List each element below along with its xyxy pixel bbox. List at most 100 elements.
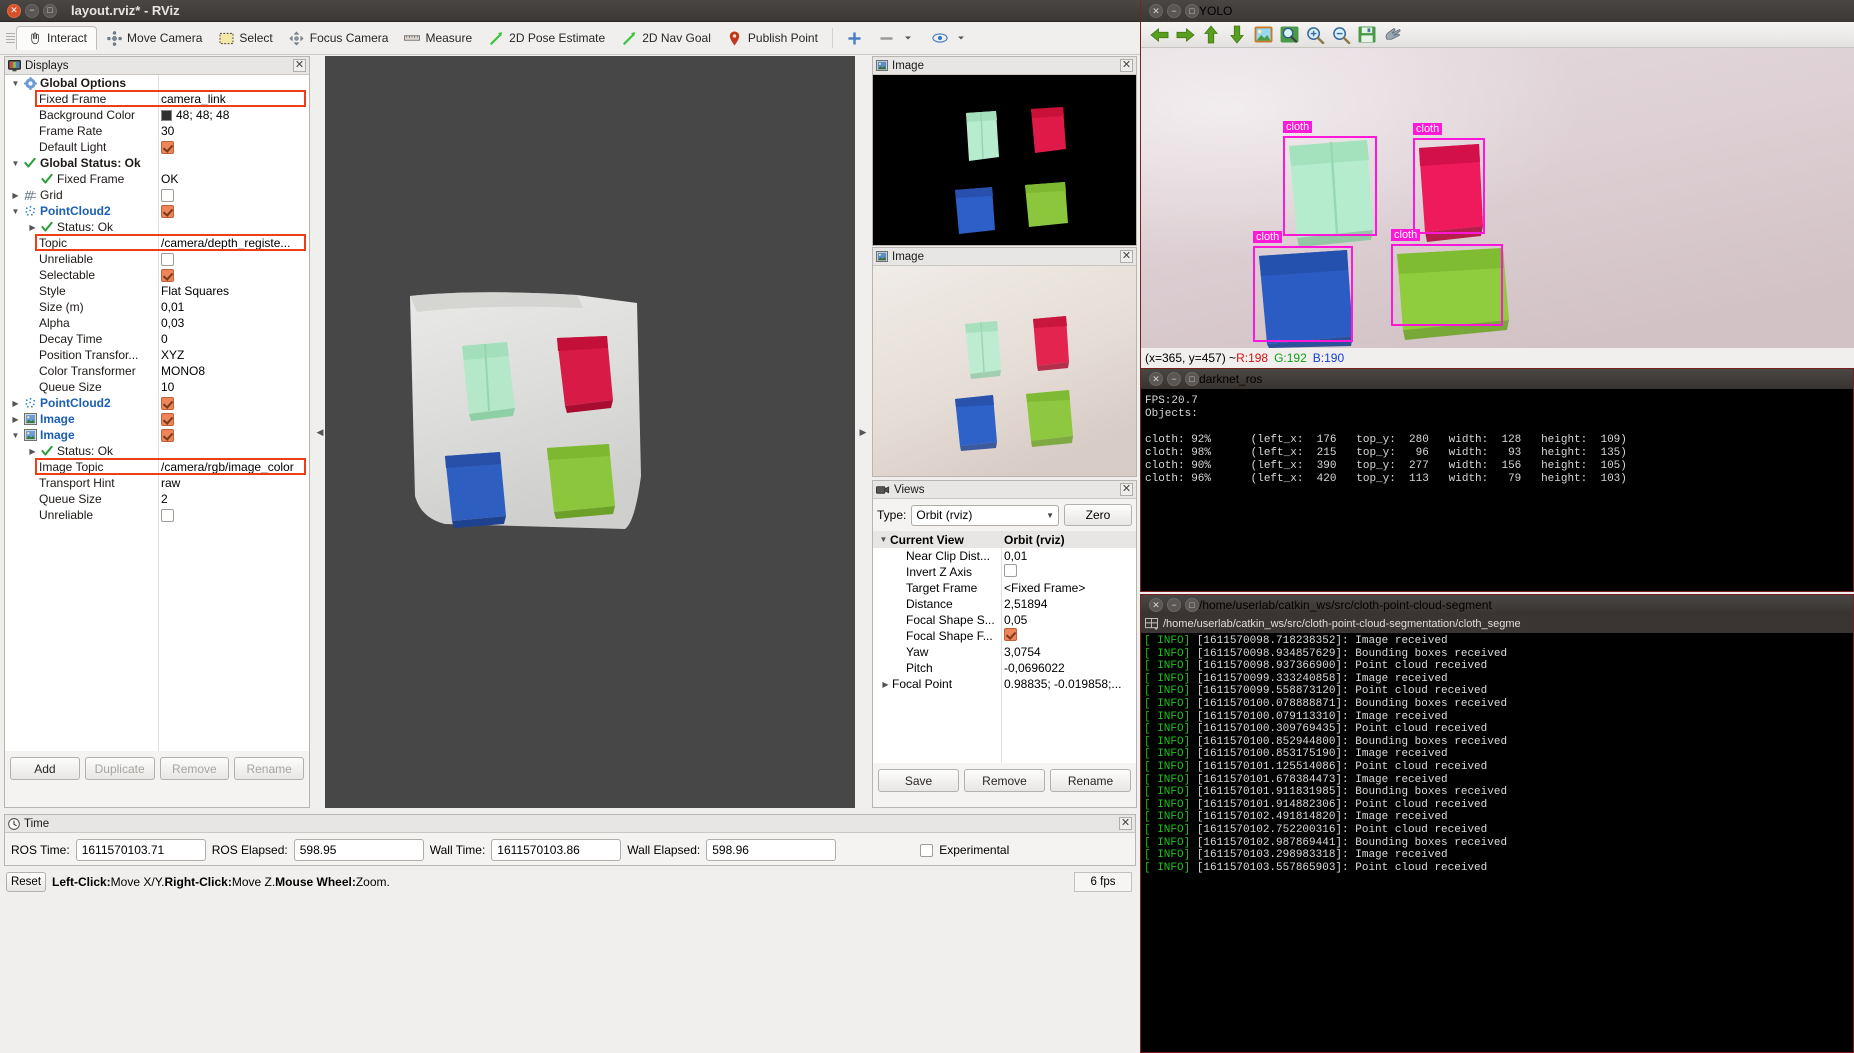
display-row-value[interactable]: XYZ [161,348,184,362]
tree-arrow-open[interactable] [9,159,22,168]
tool-measure[interactable]: Measure [397,27,479,49]
panel-collapse-handle-left[interactable]: ◀ [315,56,325,808]
chevron-down-icon[interactable] [900,30,916,46]
views-tree[interactable]: Current ViewOrbit (rviz)Near Clip Dist..… [873,531,1136,763]
time-panel-close-icon[interactable]: ✕ [1119,817,1132,830]
tool-add-display[interactable] [840,27,870,49]
views-zero-button[interactable]: Zero [1064,504,1132,526]
forward-arrow-icon[interactable] [1175,25,1195,45]
toolbar-grip[interactable] [6,28,15,48]
tree-arrow-open[interactable] [9,431,22,440]
views-row-pitch[interactable]: Pitch -0,0696022 [873,660,1136,676]
close-window-button[interactable]: ✕ [7,3,21,18]
display-row-global-status-ok[interactable]: Global Status: Ok [5,155,309,171]
image-panel-2-close-icon[interactable]: ✕ [1120,250,1133,263]
tool-move-camera[interactable]: Move Camera [99,27,209,49]
display-row-value[interactable]: 0,01 [161,300,184,314]
display-row-queue-size[interactable]: Queue Size 2 [5,491,309,507]
display-row-status-ok[interactable]: Status: Ok [5,443,309,459]
display-row-style[interactable]: Style Flat Squares [5,283,309,299]
display-row-unreliable[interactable]: Unreliable [5,251,309,267]
display-row-transport-hint[interactable]: Transport Hint raw [5,475,309,491]
display-row-checkbox[interactable] [161,140,174,154]
display-row-default-light[interactable]: Default Light [5,139,309,155]
display-row-color-transformer[interactable]: Color Transformer MONO8 [5,363,309,379]
views-row-focal-shape-f[interactable]: Focal Shape F... [873,628,1136,644]
display-row-size-m[interactable]: Size (m) 0,01 [5,299,309,315]
minimize-window-button[interactable]: − [25,3,39,18]
tree-arrow-open[interactable] [9,79,22,88]
views-row-invert-z-axis[interactable]: Invert Z Axis [873,564,1136,580]
pan-hand-icon[interactable] [1383,25,1403,45]
views-row-focal-point[interactable]: Focal Point 0.98835; -0.019858;... [873,676,1136,692]
views-row-value[interactable]: 2,51894 [1004,597,1047,611]
display-row-image-topic[interactable]: Image Topic/camera/rgb/image_color [5,459,309,475]
chevron-down-icon-2[interactable] [953,30,969,46]
display-row-checkbox[interactable] [161,396,174,410]
terminal-tab-icon[interactable] [1145,618,1159,630]
display-row-value[interactable]: 0,03 [161,316,184,330]
display-row-queue-size[interactable]: Queue Size 10 [5,379,309,395]
display-row-global-options[interactable]: Global Options [5,75,309,91]
views-panel-close-icon[interactable]: ✕ [1120,483,1133,496]
back-arrow-icon[interactable] [1149,25,1169,45]
tree-arrow-closed[interactable] [26,447,39,456]
display-row-checkbox[interactable] [161,428,174,442]
views-row-value[interactable]: 0,01 [1004,549,1027,563]
tree-arrow-closed[interactable] [9,399,22,408]
darknet-maximize-button[interactable]: □ [1185,372,1199,386]
display-row-value[interactable]: 0 [161,332,168,346]
display-row-value[interactable]: /camera/depth_registe... [161,236,290,250]
save-view-button[interactable]: Save [878,769,959,792]
views-row-value[interactable]: <Fixed Frame> [1004,581,1085,595]
zoom-out-icon[interactable] [1331,25,1351,45]
log-close-button[interactable]: ✕ [1149,598,1163,612]
experimental-checkbox[interactable] [920,843,934,857]
tree-arrow-closed[interactable] [26,223,39,232]
tree-arrow-open[interactable] [877,535,890,544]
display-row-checkbox[interactable] [161,508,174,522]
duplicate-display-button[interactable]: Duplicate [84,757,155,780]
display-row-background-color[interactable]: Background Color 48; 48; 48 [5,107,309,123]
display-row-image[interactable]: Image [5,411,309,427]
tree-arrow-open[interactable] [9,207,22,216]
display-row-image[interactable]: Image [5,427,309,443]
display-row-checkbox[interactable] [161,204,174,218]
tree-arrow-closed[interactable] [879,680,892,689]
views-row-value[interactable]: 0,05 [1004,613,1027,627]
display-row-checkbox[interactable] [161,188,174,202]
ros-time-field[interactable]: 1611570103.71 [75,839,206,861]
display-row-value[interactable]: Flat Squares [161,284,229,298]
panel-collapse-handle-right[interactable]: ▶ [858,56,868,808]
display-row-checkbox[interactable] [161,268,174,282]
darknet-console-output[interactable]: FPS:20.7 Objects: cloth: 92% (left_x: 17… [1141,389,1853,591]
zoom-in-icon[interactable] [1305,25,1325,45]
views-row-target-frame[interactable]: Target Frame <Fixed Frame> [873,580,1136,596]
tree-arrow-closed[interactable] [9,415,22,424]
display-row-value[interactable]: 10 [161,380,174,394]
remove-display-button[interactable]: Remove [159,757,230,780]
displays-panel-close-icon[interactable]: ✕ [293,59,306,72]
add-display-button[interactable]: Add [10,757,80,780]
display-row-value[interactable]: /camera/rgb/image_color [161,460,294,474]
wall-elapsed-field[interactable]: 598.96 [706,839,837,861]
display-row-checkbox[interactable] [161,412,174,426]
tool-publish-point[interactable]: Publish Point [720,27,825,49]
display-row-decay-time[interactable]: Decay Time 0 [5,331,309,347]
darknet-close-button[interactable]: ✕ [1149,372,1163,386]
tool-interact[interactable]: Interact [16,26,98,50]
views-row-checkbox[interactable] [1004,564,1017,577]
display-row-fixed-frame[interactable]: Fixed Frame camera_link [5,91,309,107]
display-row-alpha[interactable]: Alpha 0,03 [5,315,309,331]
yolo-close-button[interactable]: ✕ [1149,4,1163,18]
darknet-minimize-button[interactable]: − [1167,372,1181,386]
up-arrow-icon[interactable] [1201,25,1221,45]
display-row-value[interactable]: 30 [161,124,174,138]
display-row-position-transfor[interactable]: Position Transfor... XYZ [5,347,309,363]
display-row-value[interactable]: OK [161,172,178,186]
3d-render-view[interactable] [325,56,855,808]
display-row-frame-rate[interactable]: Frame Rate 30 [5,123,309,139]
views-row-near-clip-dist[interactable]: Near Clip Dist... 0,01 [873,548,1136,564]
log-tab-title[interactable]: /home/userlab/catkin_ws/src/cloth-point-… [1163,618,1521,630]
displays-tree[interactable]: Global OptionsFixed Framecamera_linkBack… [5,75,309,751]
